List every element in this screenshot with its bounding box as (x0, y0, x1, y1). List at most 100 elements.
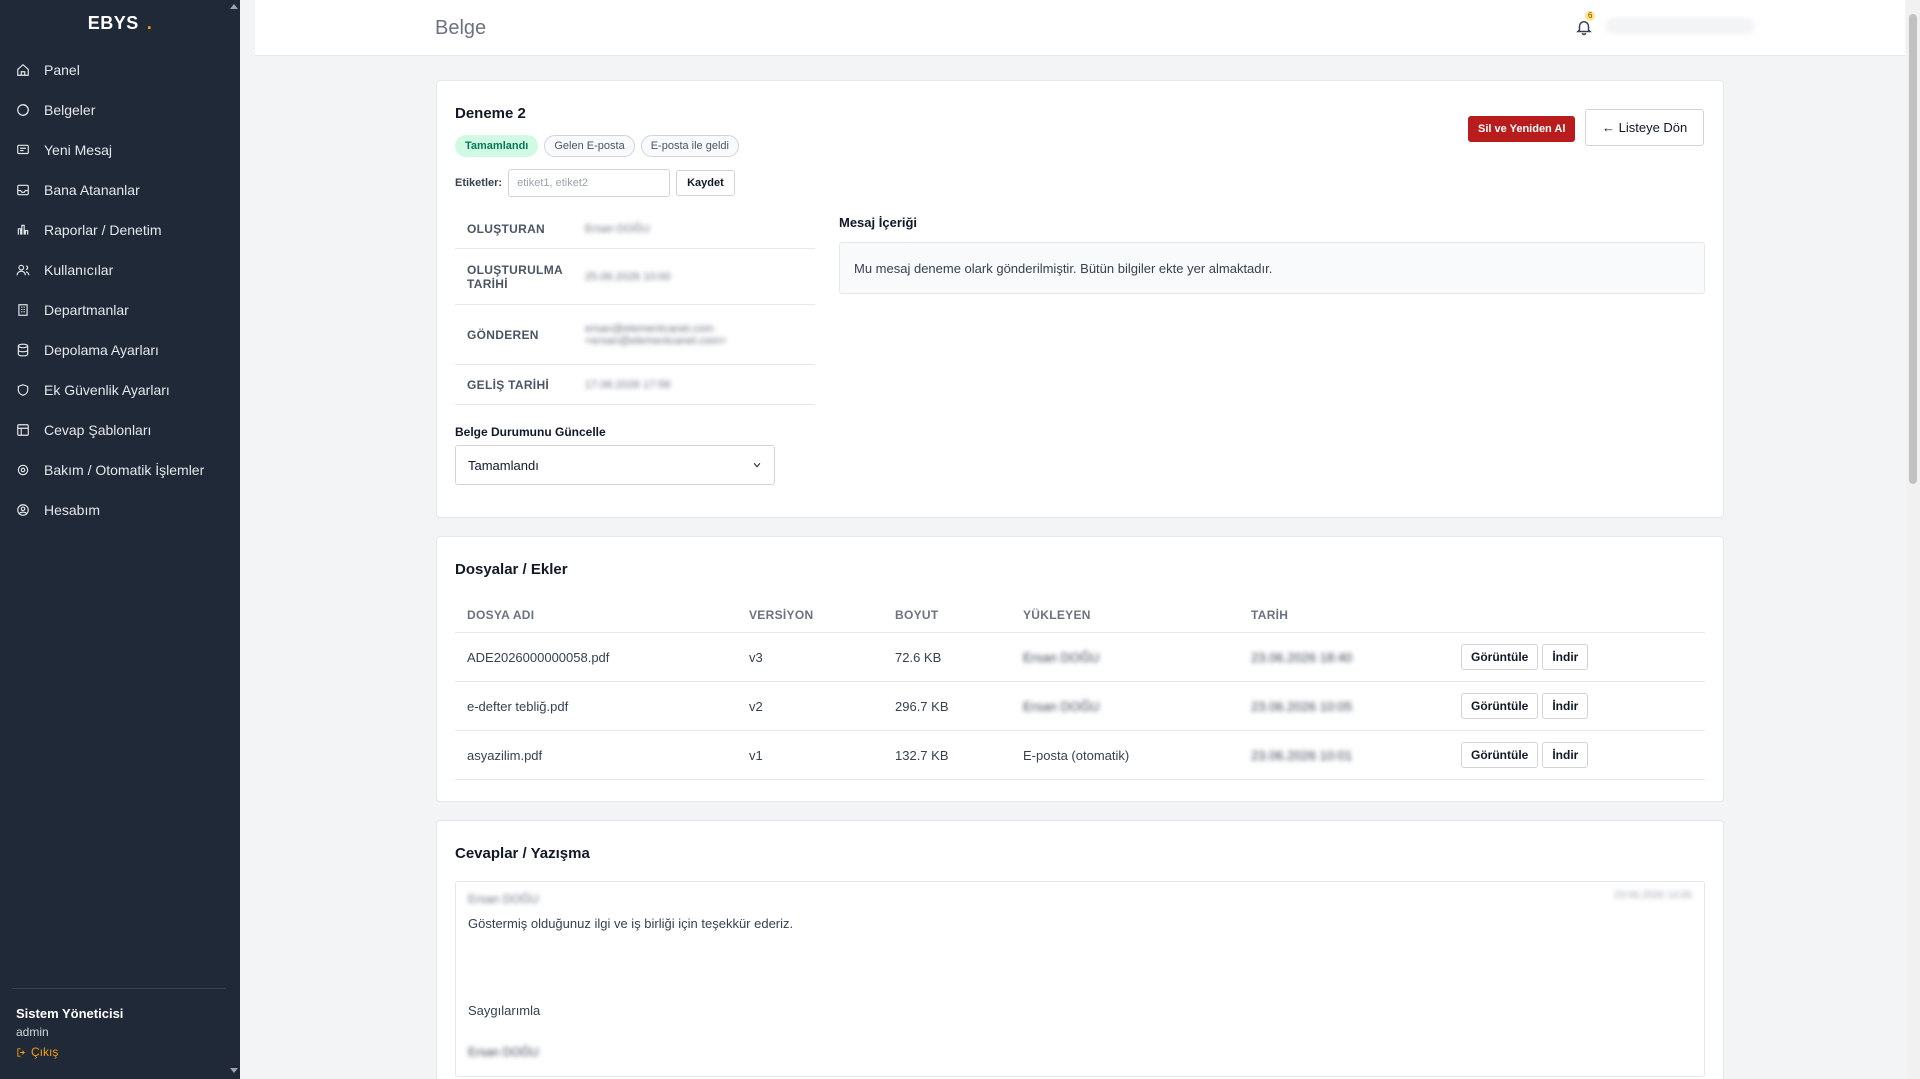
reply-body-line: Göstermiş olduğunuz ilgi ve iş birliği i… (468, 916, 794, 931)
sidebar-item-label: Bakım / Otomatik İşlemler (44, 462, 205, 478)
template-icon (16, 423, 30, 437)
sidebar-item-depolama[interactable]: Depolama Ayarları (0, 330, 240, 370)
header-size: BOYUT (895, 607, 939, 622)
sender-email: ersan@elementcanet.com (585, 322, 714, 335)
sidebar-item-label: Cevap Şablonları (44, 422, 152, 438)
meta-row: OLUŞTURULMA TARİHİ 25.06.2026 10:00 (455, 249, 815, 305)
sidebar-item-cevap-sablonlari[interactable]: Cevap Şablonları (0, 410, 240, 450)
sidebar-item-ek-guvenlik[interactable]: Ek Güvenlik Ayarları (0, 370, 240, 410)
status-update-label: Belge Durumunu Güncelle (455, 425, 606, 439)
sidebar-item-hesabim[interactable]: Hesabım (0, 490, 240, 530)
view-button[interactable]: Görüntüle (1461, 644, 1539, 670)
status-badge: Tamamlandı (455, 135, 539, 157)
download-button[interactable]: İndir (1542, 693, 1589, 719)
users-icon (16, 263, 30, 277)
inbox-icon (16, 183, 30, 197)
save-tags-button[interactable]: Kaydet (676, 170, 735, 196)
notification-button[interactable]: 6 (1575, 11, 1596, 36)
sidebar-scrollbar[interactable] (228, 0, 240, 1079)
meta-row: GELİŞ TARİHİ 17.06.2026 17:56 (455, 365, 815, 405)
scroll-up-icon[interactable] (230, 4, 238, 9)
download-button[interactable]: İndir (1542, 742, 1589, 768)
message-content-label: Mesaj İçeriği (839, 215, 918, 230)
table-row: asyazilim.pdf v1 132.7 KB E-posta (otoma… (455, 731, 1705, 780)
file-actions: Görüntüle İndir (1449, 742, 1705, 768)
sidebar-item-bana-atananlar[interactable]: Bana Atananlar (0, 170, 240, 210)
shield-icon (16, 383, 30, 397)
reply-item: Ersan DOĞU 23.06.2026 14:05 Göstermiş ol… (455, 881, 1705, 1077)
header-date: TARİH (1251, 607, 1289, 622)
reply-signature: Ersan DOĞU (468, 1045, 539, 1059)
sidebar-item-label: Bana Atananlar (44, 182, 140, 198)
meta-key: OLUŞTURAN (467, 221, 546, 236)
scroll-down-icon[interactable] (230, 1068, 238, 1073)
header-version: VERSİYON (749, 607, 814, 622)
database-icon (16, 343, 30, 357)
delete-refetch-button[interactable]: Sil ve Yeniden Al (1468, 116, 1576, 142)
sidebar-item-label: Raporlar / Denetim (44, 222, 162, 238)
sidebar-item-label: Kullanıcılar (44, 262, 114, 278)
table-row: e-defter tebliğ.pdf v2 296.7 KB Ersan DO… (455, 682, 1705, 731)
logout-link[interactable]: Çıkış (16, 1045, 123, 1059)
table-row: ADE2026000000058.pdf v3 72.6 KB Ersan DO… (455, 633, 1705, 682)
scrollbar-thumb[interactable] (1909, 14, 1917, 484)
status-select-value: Tamamlandı (468, 457, 539, 473)
sidebar-item-yeni-mesaj[interactable]: Yeni Mesaj (0, 130, 240, 170)
logout-label: Çıkış (31, 1045, 59, 1059)
meta-row: GÖNDEREN ersan@elementcanet.com <ersan@e… (455, 305, 815, 365)
meta-value: 25.06.2026 10:00 (585, 270, 671, 283)
main-scrollbar[interactable] (1906, 0, 1920, 1079)
document-card: Deneme 2 Tamamlandı Gelen E-posta E-post… (436, 80, 1724, 518)
sidebar-item-label: Belgeler (44, 102, 96, 118)
file-date: 23.06.2026 18:40 (1251, 649, 1353, 665)
sidebar-item-label: Depolama Ayarları (44, 342, 159, 358)
header-uploader: YÜKLEYEN (1023, 607, 1091, 622)
meta-value: Ersan DOĞU (585, 222, 650, 235)
sidebar-divider (12, 988, 226, 989)
sidebar-item-raporlar[interactable]: Raporlar / Denetim (0, 210, 240, 250)
sidebar-item-kullanicilar[interactable]: Kullanıcılar (0, 250, 240, 290)
document-title: Deneme 2 (455, 105, 526, 122)
file-version: v2 (749, 698, 763, 714)
sender-email-alt: <ersan@elementcanet.com> (585, 334, 727, 347)
metadata-table: OLUŞTURAN Ersan DOĞU OLUŞTURULMA TARİHİ … (455, 209, 815, 405)
sidebar-item-label: Panel (44, 62, 80, 78)
replies-card: Cevaplar / Yazışma Ersan DOĞU 23.06.2026… (436, 820, 1724, 1079)
file-version: v1 (749, 747, 763, 763)
download-button[interactable]: İndir (1542, 644, 1589, 670)
replies-title: Cevaplar / Yazışma (455, 845, 590, 862)
meta-row: OLUŞTURAN Ersan DOĞU (455, 209, 815, 249)
documents-icon (16, 103, 30, 117)
notification-badge: 6 (1585, 11, 1596, 21)
reply-author: Ersan DOĞU (468, 892, 539, 906)
file-size: 132.7 KB (895, 747, 949, 763)
user-menu[interactable] (1605, 18, 1755, 34)
status-select[interactable]: Tamamlandı (455, 445, 775, 485)
type-badge: Gelen E-posta (544, 135, 635, 157)
meta-key: GÖNDEREN (467, 327, 539, 342)
sidebar-item-label: Yeni Mesaj (44, 142, 112, 158)
tags-input[interactable]: etiket1, etiket2 (508, 169, 671, 197)
user-name: Sistem Yöneticisi (16, 1006, 124, 1021)
sidebar-item-bakim[interactable]: Bakım / Otomatik İşlemler (0, 450, 240, 490)
sidebar-item-departmanlar[interactable]: Departmanlar (0, 290, 240, 330)
files-card: Dosyalar / Ekler DOSYA ADI VERSİYON BOYU… (436, 536, 1724, 802)
sidebar-item-belgeler[interactable]: Belgeler (0, 90, 240, 130)
message-icon (16, 143, 30, 157)
meta-key: OLUŞTURULMA TARİHİ (467, 262, 563, 291)
file-name: e-defter tebliğ.pdf (467, 698, 569, 714)
brand-logo[interactable]: EBYS. (0, 0, 240, 46)
source-badge: E-posta ile geldi (640, 135, 739, 157)
file-actions: Görüntüle İndir (1449, 693, 1705, 719)
user-circle-icon (16, 503, 30, 517)
sidebar-item-panel[interactable]: Panel (0, 50, 240, 90)
back-to-list-button[interactable]: ← Listeye Dön (1585, 109, 1705, 146)
tags-row: Etiketler: etiket1, etiket2 Kaydet (455, 169, 735, 197)
page-title: Belge (435, 17, 487, 39)
message-content: Mu mesaj deneme olark gönderilmiştir. Bü… (839, 242, 1705, 294)
view-button[interactable]: Görüntüle (1461, 693, 1539, 719)
view-button[interactable]: Görüntüle (1461, 742, 1539, 768)
file-name: ADE2026000000058.pdf (467, 649, 610, 665)
reply-date: 23.06.2026 14:05 (1614, 890, 1692, 901)
file-uploader: Ersan DOĞU (1023, 649, 1100, 665)
